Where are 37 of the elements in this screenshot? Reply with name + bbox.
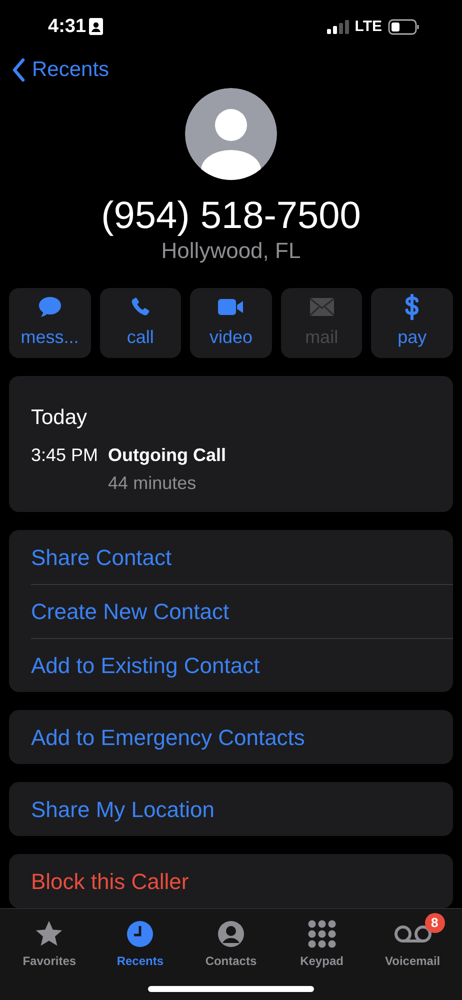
badge: 8 <box>424 913 445 933</box>
list-action[interactable]: Block this Caller <box>31 864 189 898</box>
call-button[interactable]: call <box>100 288 182 358</box>
tab-item[interactable]: Favorites <box>5 911 94 970</box>
dollar-icon <box>404 294 420 320</box>
clock-icon <box>126 920 154 948</box>
call-duration: 44 minutes <box>108 472 198 494</box>
list-action[interactable]: Add to Existing Contact <box>31 649 260 682</box>
pay-button[interactable]: pay <box>371 288 453 358</box>
list-action[interactable]: Share Contact <box>31 540 172 574</box>
video-button[interactable]: video <box>190 288 272 358</box>
voicemail-icon <box>392 924 433 944</box>
contact-card-icon <box>89 18 104 36</box>
battery-icon <box>388 18 420 35</box>
person-circle-icon <box>216 920 245 948</box>
signal-icon <box>326 20 349 34</box>
keypad-icon <box>308 920 336 948</box>
tab-item[interactable]: Recents <box>96 911 184 970</box>
envelope-icon <box>308 297 335 318</box>
status-time: 4:31 <box>48 14 86 39</box>
video-camera-icon <box>216 297 245 318</box>
call-type: Outgoing Call <box>108 444 226 466</box>
list-action[interactable]: Add to Emergency Contacts <box>31 720 305 754</box>
list-action[interactable]: Create New Contact <box>31 595 230 628</box>
tab-item[interactable]: Contacts <box>186 911 275 970</box>
tab-item[interactable]: Voicemail 8 <box>368 911 457 970</box>
back-button[interactable]: Recents <box>12 54 110 86</box>
call-time: 3:45 PM <box>31 444 98 467</box>
chevron-left-icon <box>12 58 26 82</box>
speech-bubble-icon <box>38 296 62 318</box>
message-button[interactable]: mess... <box>9 288 91 358</box>
phone-number: (954) 518-7500 <box>101 194 361 238</box>
day-label: Today <box>31 406 88 430</box>
list-action[interactable]: Share My Location <box>31 792 214 826</box>
tab-item[interactable]: Keypad <box>278 911 366 970</box>
location-label: Hollywood, FL <box>161 238 301 264</box>
network-label: LTE <box>354 16 382 37</box>
